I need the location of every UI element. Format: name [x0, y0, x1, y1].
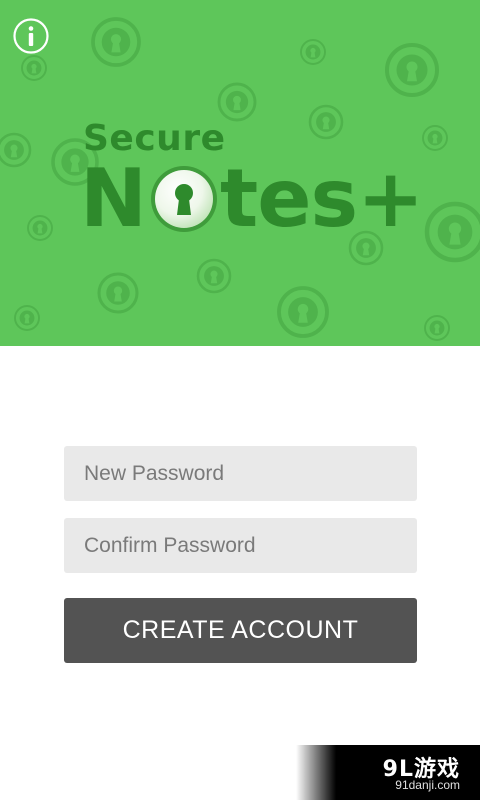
app-logo: Secure N tes+ — [80, 118, 424, 248]
logo-word-notes: N tes+ — [80, 152, 424, 245]
info-button[interactable] — [13, 18, 49, 54]
new-password-input[interactable] — [64, 446, 417, 501]
logo-letter-n: N — [80, 152, 147, 245]
watermark: 9L游戏 91danji.com — [296, 745, 480, 800]
logo-letters-tes-plus: tes+ — [219, 152, 424, 245]
create-account-form: CREATE ACCOUNT — [64, 446, 417, 663]
header-banner: Secure N tes+ — [0, 0, 480, 346]
watermark-url: 91danji.com — [395, 778, 460, 792]
confirm-password-input[interactable] — [64, 518, 417, 573]
keyhole-icon — [150, 166, 217, 232]
info-icon — [13, 18, 49, 54]
create-account-button[interactable]: CREATE ACCOUNT — [64, 598, 417, 663]
